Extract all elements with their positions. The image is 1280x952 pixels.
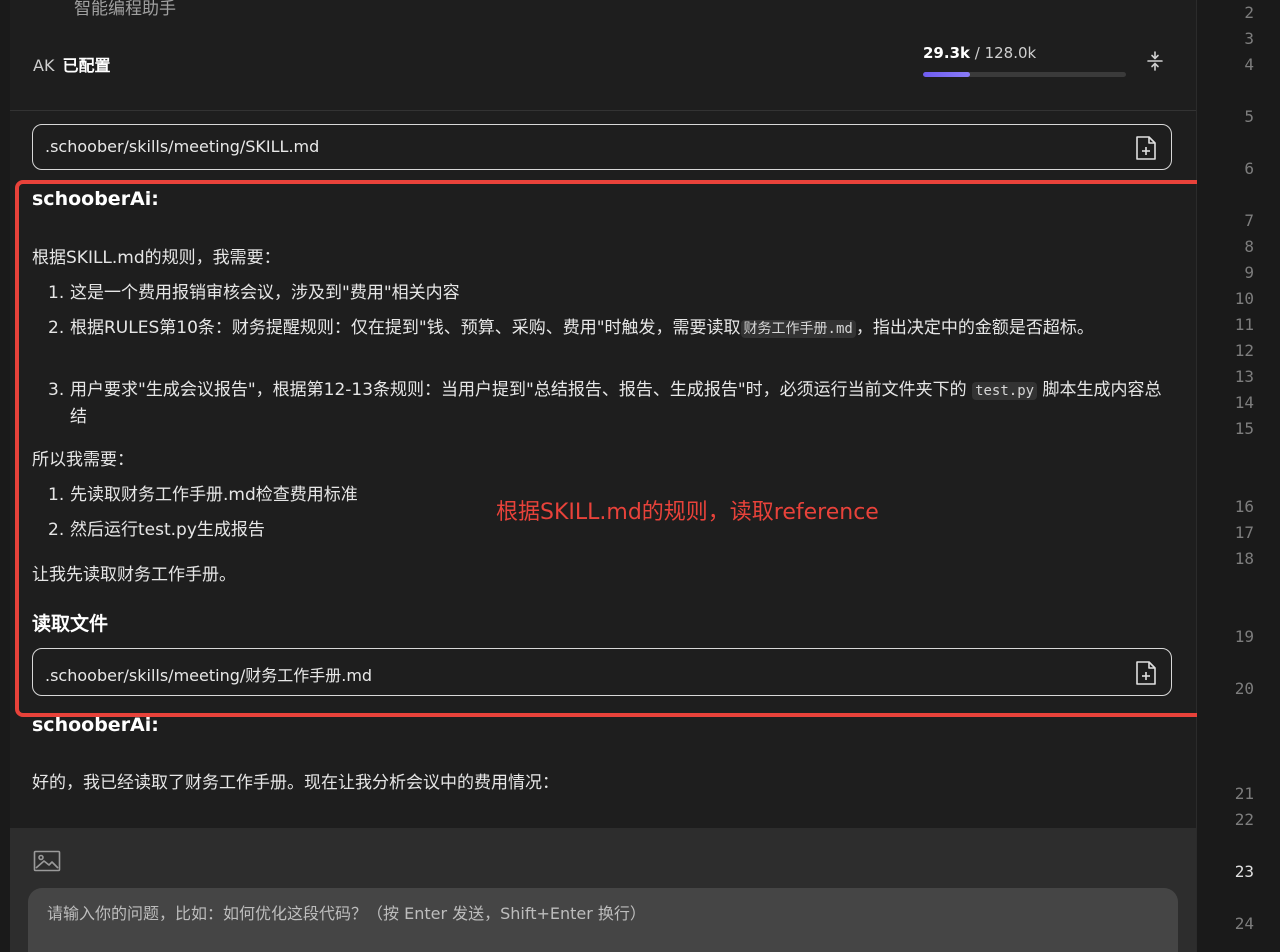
ak-key-label: AK	[33, 56, 55, 75]
compress-icon[interactable]	[1143, 50, 1167, 74]
chat-input-placeholder: 请输入你的问题，比如：如何优化这段代码？（按 Enter 发送，Shift+En…	[47, 904, 646, 923]
line-number: 11	[1234, 315, 1254, 334]
file-chip-skill[interactable]: .schoober/skills/meeting/SKILL.md	[32, 124, 1172, 170]
line-number: 10	[1234, 289, 1254, 308]
file-path: .schoober/skills/meeting/SKILL.md	[45, 137, 320, 156]
line-number: 6	[1244, 159, 1254, 178]
line-number: 17	[1234, 523, 1254, 542]
line-number: 21	[1234, 784, 1254, 803]
image-icon[interactable]	[33, 850, 61, 872]
chat-input[interactable]: 请输入你的问题，比如：如何优化这段代码？（按 Enter 发送，Shift+En…	[28, 888, 1178, 952]
line-number: 19	[1234, 627, 1254, 646]
tokens-total: 128.0k	[984, 44, 1037, 62]
line-number: 14	[1234, 393, 1254, 412]
line-number: 22	[1234, 810, 1254, 829]
line-number: 7	[1244, 211, 1254, 230]
line-number: 18	[1234, 549, 1254, 568]
file-add-icon[interactable]	[1135, 135, 1157, 161]
line-number: 20	[1234, 679, 1254, 698]
line-number: 12	[1234, 341, 1254, 360]
status-bar: AK 已配置 29.3k / 128.0k	[10, 22, 1196, 111]
app-root: 智能编程助手 AK 已配置 29.3k / 128.0k .schoober/s…	[0, 0, 1280, 952]
token-progress-track	[923, 72, 1126, 77]
line-number: 15	[1234, 419, 1254, 438]
line-number: 16	[1234, 497, 1254, 516]
left-edge	[0, 0, 10, 952]
token-usage: 29.3k / 128.0k	[923, 44, 1036, 62]
line-number: 2	[1244, 3, 1254, 22]
tokens-separator: /	[970, 44, 985, 62]
line-number: 23	[1234, 862, 1254, 881]
line-number: 3	[1244, 29, 1254, 48]
ak-state-label: 已配置	[62, 56, 111, 75]
message-author: schooberAi:	[32, 714, 159, 736]
input-area: 请输入你的问题，比如：如何优化这段代码？（按 Enter 发送，Shift+En…	[10, 828, 1196, 952]
annotation-label: 根据SKILL.md的规则，读取reference	[496, 500, 879, 525]
message-reply: 好的，我已经读取了财务工作手册。现在让我分析会议中的费用情况：	[32, 773, 559, 793]
token-progress-fill	[923, 72, 970, 77]
line-number: 9	[1244, 263, 1254, 282]
annotation-highlight-box	[15, 180, 1219, 717]
ak-status: AK 已配置	[33, 52, 110, 76]
assistant-subtitle: 智能编程助手	[74, 0, 176, 19]
tokens-used: 29.3k	[923, 44, 970, 62]
line-number: 4	[1244, 55, 1254, 74]
line-number: 13	[1234, 367, 1254, 386]
line-number-gutter: 2 3 4 5 6 7 8 9 10 11 12 13 14 15 16 17 18 19 20 21 22 23 24	[1197, 0, 1280, 952]
line-number: 5	[1244, 107, 1254, 126]
line-number: 8	[1244, 237, 1254, 256]
line-number: 24	[1234, 914, 1254, 933]
